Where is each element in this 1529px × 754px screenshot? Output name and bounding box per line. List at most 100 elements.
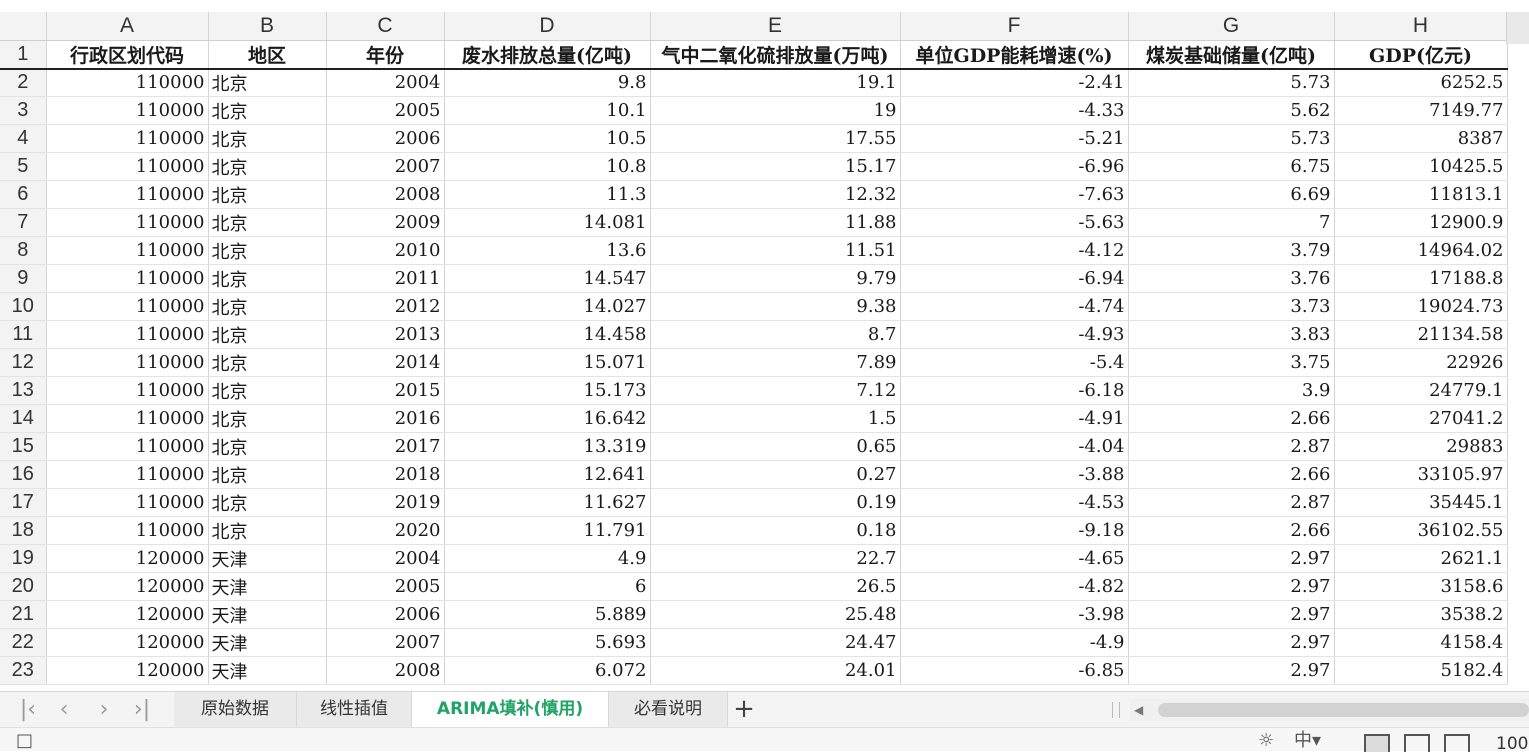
spreadsheet-grid[interactable]: A B C D E F G H 1 行政区划代码 地区 年份 废水排放总量(亿吨) 气中二氧化硫排放量(万… (0, 12, 1508, 685)
row-header[interactable]: 12 (0, 348, 47, 377)
column-header-c[interactable]: C (326, 12, 445, 41)
vertical-scrollbar[interactable] (1506, 12, 1529, 44)
cell-so2[interactable]: 15.17 (650, 152, 901, 181)
cell-coal-reserve[interactable]: 6.69 (1128, 180, 1335, 209)
horizontal-scroll-thumb[interactable] (1158, 703, 1529, 717)
cell-region[interactable]: 北京 (208, 516, 327, 545)
cell-region[interactable]: 北京 (208, 320, 327, 349)
cell-so2[interactable]: 11.88 (650, 208, 901, 237)
header-cell-admin-code[interactable]: 行政区划代码 (46, 40, 209, 70)
cell-energy-growth[interactable]: -5.63 (900, 208, 1129, 237)
cell-coal-reserve[interactable]: 2.97 (1128, 572, 1335, 601)
cell-region[interactable]: 北京 (208, 180, 327, 209)
cell-so2[interactable]: 12.32 (650, 180, 901, 209)
cell-admin-code[interactable]: 110000 (46, 404, 209, 433)
cell-coal-reserve[interactable]: 2.66 (1128, 460, 1335, 489)
row-header[interactable]: 3 (0, 96, 47, 125)
cell-year[interactable]: 2015 (326, 376, 445, 405)
cell-energy-growth[interactable]: -9.18 (900, 516, 1129, 545)
cell-region[interactable]: 北京 (208, 460, 327, 489)
cell-coal-reserve[interactable]: 3.9 (1128, 376, 1335, 405)
cell-admin-code[interactable]: 110000 (46, 432, 209, 461)
cell-year[interactable]: 2005 (326, 572, 445, 601)
cell-so2[interactable]: 9.79 (650, 264, 901, 293)
cell-gdp[interactable]: 24779.1 (1334, 376, 1508, 405)
select-all-corner[interactable] (0, 12, 47, 41)
sheet-tab-arima[interactable]: ARIMA填补(慎用) (412, 692, 609, 727)
cell-admin-code[interactable]: 110000 (46, 180, 209, 209)
cell-coal-reserve[interactable]: 3.79 (1128, 236, 1335, 265)
cell-admin-code[interactable]: 110000 (46, 292, 209, 321)
cell-coal-reserve[interactable]: 5.62 (1128, 96, 1335, 125)
cell-so2[interactable]: 24.47 (650, 628, 901, 657)
row-header[interactable]: 10 (0, 292, 47, 321)
cell-region[interactable]: 北京 (208, 348, 327, 377)
cell-energy-growth[interactable]: -4.91 (900, 404, 1129, 433)
cell-so2[interactable]: 9.38 (650, 292, 901, 321)
row-header[interactable]: 19 (0, 544, 47, 573)
cell-coal-reserve[interactable]: 2.87 (1128, 432, 1335, 461)
cell-admin-code[interactable]: 120000 (46, 600, 209, 629)
sheet-tab-instructions[interactable]: 必看说明 (609, 692, 728, 727)
horizontal-scrollbar[interactable]: ◀ (1130, 699, 1529, 721)
macro-record-icon[interactable]: □ (16, 732, 33, 750)
cell-energy-growth[interactable]: -4.12 (900, 236, 1129, 265)
row-header[interactable]: 18 (0, 516, 47, 545)
cell-gdp[interactable]: 22926 (1334, 348, 1508, 377)
cell-gdp[interactable]: 19024.73 (1334, 292, 1508, 321)
cell-region[interactable]: 北京 (208, 152, 327, 181)
cell-coal-reserve[interactable]: 3.75 (1128, 348, 1335, 377)
row-header[interactable]: 21 (0, 600, 47, 629)
cell-wastewater[interactable]: 11.3 (444, 180, 651, 209)
cell-admin-code[interactable]: 110000 (46, 460, 209, 489)
cell-wastewater[interactable]: 10.8 (444, 152, 651, 181)
cell-wastewater[interactable]: 9.8 (444, 68, 651, 97)
cell-energy-growth[interactable]: -4.74 (900, 292, 1129, 321)
cell-energy-growth[interactable]: -4.9 (900, 628, 1129, 657)
column-header-a[interactable]: A (46, 12, 209, 41)
cell-so2[interactable]: 0.65 (650, 432, 901, 461)
cell-gdp[interactable]: 35445.1 (1334, 488, 1508, 517)
cell-wastewater[interactable]: 11.791 (444, 516, 651, 545)
cell-gdp[interactable]: 3158.6 (1334, 572, 1508, 601)
cell-region[interactable]: 天津 (208, 656, 327, 685)
cell-coal-reserve[interactable]: 2.97 (1128, 544, 1335, 573)
cell-energy-growth[interactable]: -6.94 (900, 264, 1129, 293)
cell-gdp[interactable]: 21134.58 (1334, 320, 1508, 349)
cell-admin-code[interactable]: 110000 (46, 96, 209, 125)
cell-coal-reserve[interactable]: 2.97 (1128, 656, 1335, 685)
cell-year[interactable]: 2012 (326, 292, 445, 321)
cell-energy-growth[interactable]: -4.04 (900, 432, 1129, 461)
cell-so2[interactable]: 0.19 (650, 488, 901, 517)
cell-admin-code[interactable]: 110000 (46, 236, 209, 265)
cell-wastewater[interactable]: 13.6 (444, 236, 651, 265)
cell-admin-code[interactable]: 110000 (46, 264, 209, 293)
cell-energy-growth[interactable]: -4.33 (900, 96, 1129, 125)
cell-coal-reserve[interactable]: 2.66 (1128, 404, 1335, 433)
cell-energy-growth[interactable]: -2.41 (900, 68, 1129, 97)
cell-coal-reserve[interactable]: 2.97 (1128, 628, 1335, 657)
cell-year[interactable]: 2008 (326, 656, 445, 685)
column-header-e[interactable]: E (650, 12, 901, 41)
cell-admin-code[interactable]: 110000 (46, 208, 209, 237)
row-header[interactable]: 23 (0, 656, 47, 685)
next-sheet-icon[interactable]: › (86, 696, 122, 724)
sheet-tab-raw-data[interactable]: 原始数据 (174, 692, 297, 727)
row-header[interactable]: 14 (0, 404, 47, 433)
header-cell-coal-reserve[interactable]: 煤炭基础储量(亿吨) (1128, 40, 1335, 70)
row-header[interactable]: 4 (0, 124, 47, 153)
cell-gdp[interactable]: 4158.4 (1334, 628, 1508, 657)
cell-year[interactable]: 2004 (326, 68, 445, 97)
add-sheet-button[interactable]: + (728, 692, 760, 727)
cell-region[interactable]: 天津 (208, 572, 327, 601)
cell-energy-growth[interactable]: -3.88 (900, 460, 1129, 489)
cell-energy-growth[interactable]: -6.18 (900, 376, 1129, 405)
cell-so2[interactable]: 7.89 (650, 348, 901, 377)
cell-wastewater[interactable]: 5.889 (444, 600, 651, 629)
cell-coal-reserve[interactable]: 3.73 (1128, 292, 1335, 321)
cell-year[interactable]: 2006 (326, 600, 445, 629)
cell-region[interactable]: 北京 (208, 488, 327, 517)
cell-year[interactable]: 2013 (326, 320, 445, 349)
column-header-h[interactable]: H (1334, 12, 1508, 41)
column-header-d[interactable]: D (444, 12, 651, 41)
